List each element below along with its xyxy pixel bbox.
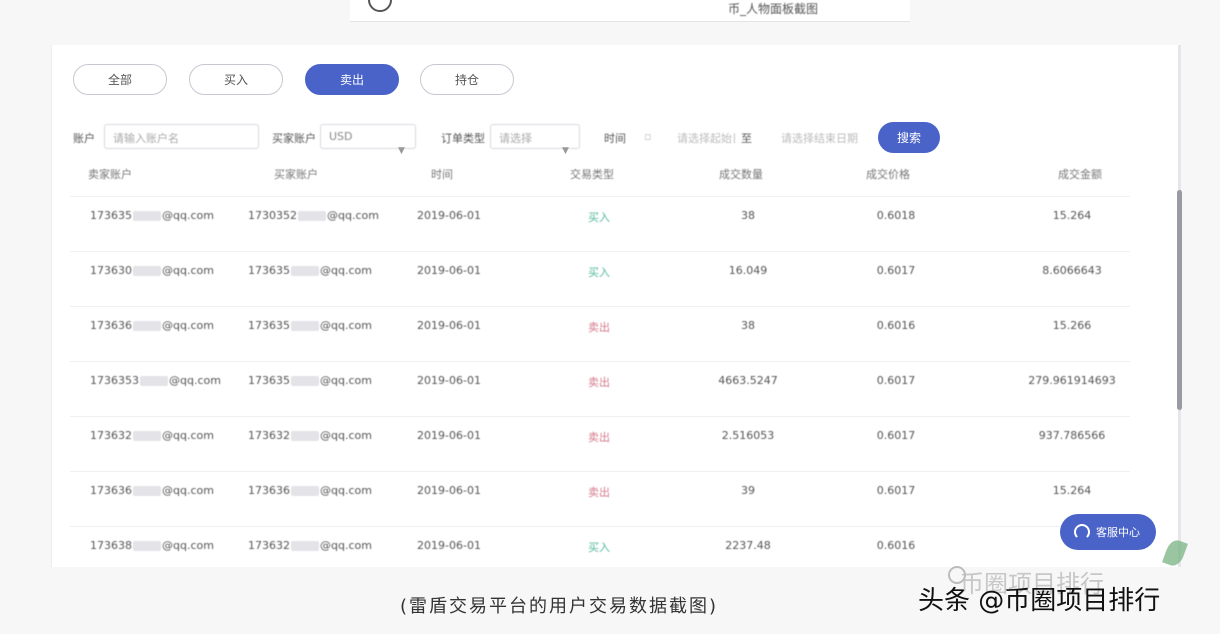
quantity-cell: 2237.48 (725, 539, 771, 552)
quantity-cell: 38 (741, 209, 755, 222)
buyer-account-cell: 173632 @qq.com (248, 539, 372, 552)
quantity-cell: 39 (741, 484, 755, 497)
seller-account-cell: 173632 @qq.com (90, 429, 214, 442)
column-header-buyer: 买家账户 (274, 168, 318, 181)
date-cell: 2019-06-01 (417, 209, 481, 222)
seller-account-cell: 173630 @qq.com (90, 264, 214, 277)
watermark: 头条 @币圈项目排行 (918, 586, 1161, 616)
customer-service-label: 客服中心 (1096, 526, 1140, 539)
date-cell: 2019-06-01 (417, 484, 481, 497)
tab-sell[interactable]: 卖出 (305, 64, 399, 95)
start-date-input[interactable]: 请选择起始日期 (668, 124, 736, 149)
buyer-account-cell: 173635 @qq.com (248, 264, 372, 277)
date-cell: 2019-06-01 (417, 319, 481, 332)
table-row-divider (70, 416, 1130, 417)
price-cell: 0.6016 (876, 319, 916, 332)
column-header-price: 成交价格 (866, 168, 910, 181)
column-header-amount: 成交金额 (1058, 168, 1102, 181)
account-input[interactable]: 请输入账户名 (104, 124, 259, 149)
trade-type-cell: 卖出 (588, 376, 610, 389)
column-header-seller: 卖家账户 (88, 168, 132, 181)
price-cell: 0.6017 (876, 429, 916, 442)
trade-type-cell: 买入 (588, 211, 610, 224)
scrollbar-thumb[interactable] (1177, 190, 1182, 410)
tab-holdings[interactable]: 持仓 (420, 64, 514, 95)
date-cell: 2019-06-01 (417, 264, 481, 277)
quantity-cell: 4663.5247 (718, 374, 778, 387)
date-cell: 2019-06-01 (417, 429, 481, 442)
table-row-divider (70, 306, 1130, 307)
price-cell: 0.6016 (876, 539, 916, 552)
table-row-divider (70, 526, 1130, 527)
seller-account-cell: 173636 @qq.com (90, 484, 214, 497)
column-header-quantity: 成交数量 (719, 168, 763, 181)
trade-type-cell: 卖出 (588, 321, 610, 334)
account-filter-label: 账户 (73, 132, 95, 145)
chevron-down-icon: ▼ (562, 146, 569, 156)
price-cell: 0.6017 (876, 484, 916, 497)
top-search-bar (350, 0, 910, 22)
amount-cell: 15.264 (1052, 484, 1092, 497)
date-cell: 2019-06-01 (417, 539, 481, 552)
buyer-filter-label: 买家账户 (272, 132, 316, 145)
customer-service-button[interactable]: 客服中心 (1060, 514, 1156, 550)
column-header-type: 交易类型 (570, 168, 614, 181)
seller-account-cell: 1736353 @qq.com (90, 374, 221, 387)
table-row-divider (70, 196, 1130, 197)
quantity-cell: 16.049 (728, 264, 768, 277)
image-caption: (雷盾交易平台的用户交易数据截图) (400, 596, 719, 617)
calendar-icon: ▫ (644, 130, 652, 143)
price-cell: 0.6017 (876, 264, 916, 277)
table-row-divider (70, 471, 1130, 472)
quantity-cell: 38 (741, 319, 755, 332)
time-filter-label: 时间 (604, 132, 626, 145)
chevron-down-icon: ▼ (398, 146, 405, 156)
buyer-account-cell: 173636 @qq.com (248, 484, 372, 497)
tab-all[interactable]: 全部 (73, 64, 167, 95)
headset-icon (1074, 524, 1090, 540)
price-cell: 0.6018 (876, 209, 916, 222)
trade-type-cell: 买入 (588, 541, 610, 554)
tab-buy[interactable]: 买入 (189, 64, 283, 95)
price-cell: 0.6017 (876, 374, 916, 387)
amount-cell: 8.6066643 (1042, 264, 1102, 277)
trade-type-cell: 买入 (588, 266, 610, 279)
trade-type-cell: 卖出 (588, 431, 610, 444)
table-row-divider (70, 251, 1130, 252)
amount-cell: 279.961914693 (1028, 374, 1116, 387)
seller-account-cell: 173635 @qq.com (90, 209, 214, 222)
buyer-account-cell: 1730352 @qq.com (248, 209, 379, 222)
order-type-label: 订单类型 (441, 132, 485, 145)
top-bar-text: 币_人物面板截图 (728, 2, 819, 16)
amount-cell: 15.264 (1052, 209, 1092, 222)
buyer-account-cell: 173635 @qq.com (248, 319, 372, 332)
buyer-account-cell: 173632 @qq.com (248, 429, 372, 442)
amount-cell: 15.266 (1052, 319, 1092, 332)
trade-type-cell: 卖出 (588, 486, 610, 499)
table-row-divider (70, 361, 1130, 362)
date-cell: 2019-06-01 (417, 374, 481, 387)
date-range-separator: 至 (741, 132, 752, 145)
search-button[interactable]: 搜索 (878, 122, 940, 153)
quantity-cell: 2.516053 (721, 429, 775, 442)
amount-cell: 937.786566 (1038, 429, 1106, 442)
end-date-input[interactable]: 请选择结束日期 (772, 124, 862, 149)
buyer-account-cell: 173635 @qq.com (248, 374, 372, 387)
column-header-time: 时间 (431, 168, 453, 181)
seller-account-cell: 173636 @qq.com (90, 319, 214, 332)
seller-account-cell: 173638 @qq.com (90, 539, 214, 552)
